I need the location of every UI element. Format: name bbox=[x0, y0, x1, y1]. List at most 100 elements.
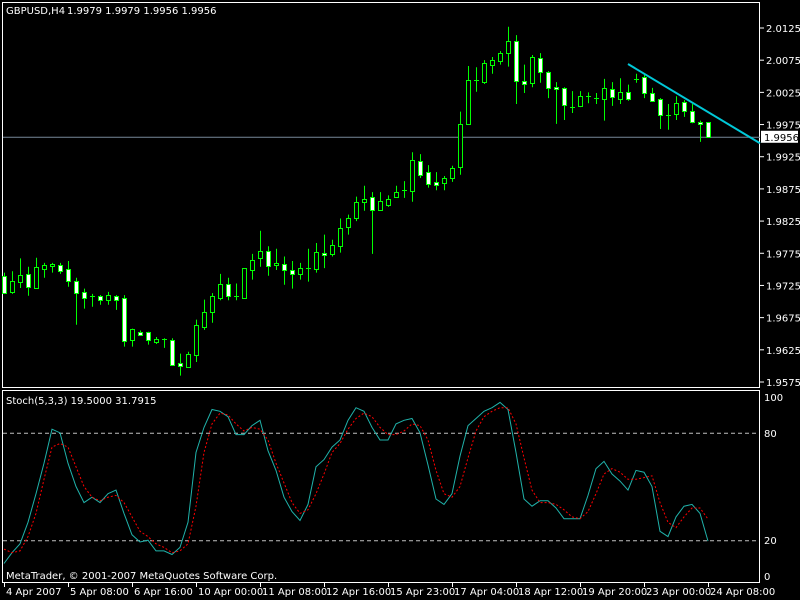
chart-window: 2.0125 2.0075 2.0025 1.9975 1.9925 1.9875 1.98… bbox=[0, 0, 800, 600]
bear-candle-body bbox=[554, 87, 559, 90]
bull-candle-body bbox=[258, 251, 263, 259]
bull-candle-body bbox=[202, 312, 207, 328]
time-tick-label: 15 Apr 23:00 bbox=[390, 587, 455, 598]
bear-candle-body bbox=[226, 284, 231, 297]
candle bbox=[482, 60, 487, 84]
price-tick-label: 2.0075 bbox=[766, 56, 800, 67]
bear-candle-body bbox=[658, 99, 663, 116]
bull-candle-body bbox=[106, 295, 111, 301]
time-tick-label: 24 Apr 08:00 bbox=[710, 587, 775, 598]
price-tick-label: 1.9625 bbox=[766, 346, 800, 357]
bear-candle-body bbox=[538, 58, 543, 73]
price-tick-label: 1.9975 bbox=[766, 121, 800, 132]
bear-candle-body bbox=[370, 197, 375, 211]
bull-candle-body bbox=[602, 88, 607, 100]
price-tick-label: 1.9675 bbox=[766, 314, 800, 325]
bull-candle-body bbox=[506, 41, 511, 54]
stochastic-tick-label: 100 bbox=[764, 393, 783, 404]
bear-candle-body bbox=[690, 111, 695, 123]
time-tick-label: 5 Apr 08:00 bbox=[70, 587, 129, 598]
bull-candle-body bbox=[42, 265, 47, 270]
bull-candle-body bbox=[618, 92, 623, 100]
bear-candle-body bbox=[178, 363, 183, 367]
bear-candle-body bbox=[146, 332, 151, 341]
bull-candle-body bbox=[386, 199, 391, 206]
bull-candle-body bbox=[242, 268, 247, 299]
bull-candle-body bbox=[458, 124, 463, 168]
bull-candle-body bbox=[378, 201, 383, 211]
bull-candle-body bbox=[194, 325, 199, 356]
bear-candle-body bbox=[290, 270, 295, 275]
bear-candle-body bbox=[66, 269, 71, 282]
bull-candle-body bbox=[298, 268, 303, 275]
bull-candle-body bbox=[18, 275, 23, 283]
candle bbox=[706, 121, 711, 138]
copyright-text: MetaTrader, © 2001-2007 MetaQuotes Softw… bbox=[6, 571, 277, 582]
price-tick-label: 1.9825 bbox=[766, 217, 800, 228]
bull-candle-body bbox=[482, 63, 487, 83]
bear-candle-body bbox=[98, 296, 103, 301]
bear-candle-body bbox=[642, 77, 647, 94]
bull-candle-body bbox=[466, 80, 471, 125]
bull-candle-body bbox=[530, 57, 535, 84]
bear-candle-body bbox=[610, 89, 615, 98]
bull-candle-body bbox=[250, 260, 255, 271]
bull-candle-body bbox=[50, 264, 55, 267]
price-tick-label: 1.9575 bbox=[766, 378, 800, 389]
candle bbox=[170, 338, 175, 366]
bear-candle-body bbox=[322, 253, 327, 256]
price-tick-label: 2.0025 bbox=[766, 88, 800, 99]
bear-candle-body bbox=[74, 281, 79, 294]
bull-candle-body bbox=[498, 53, 503, 62]
bull-candle-body bbox=[410, 160, 415, 192]
bull-candle-body bbox=[274, 263, 279, 266]
ohlc-readout: 1.9979 1.9979 1.9956 1.9956 bbox=[67, 6, 217, 17]
bear-candle-body bbox=[682, 102, 687, 112]
time-tick-label: 18 Apr 12:00 bbox=[518, 587, 583, 598]
bear-candle-body bbox=[26, 274, 31, 288]
bear-candle-body bbox=[650, 93, 655, 102]
bear-candle-body bbox=[82, 292, 87, 299]
bull-candle-body bbox=[450, 168, 455, 179]
bull-candle-body bbox=[354, 202, 359, 219]
bull-candle-body bbox=[490, 60, 495, 66]
bear-candle-body bbox=[698, 122, 703, 125]
stochastic-tick-label: 0 bbox=[764, 572, 770, 583]
symbol-info: GBPUSD,H4 bbox=[6, 6, 65, 17]
bull-candle-body bbox=[394, 192, 399, 198]
bull-candle-body bbox=[154, 339, 159, 343]
bear-candle-body bbox=[434, 182, 439, 186]
bear-candle-body bbox=[114, 296, 119, 301]
time-tick-label: 11 Apr 08:00 bbox=[262, 587, 327, 598]
bull-candle-body bbox=[10, 281, 15, 293]
candle bbox=[530, 55, 535, 88]
time-tick-label: 10 Apr 00:00 bbox=[198, 587, 263, 598]
bear-candle-body bbox=[58, 265, 63, 272]
stochastic-label: Stoch(5,3,3) 19.5000 31.7915 bbox=[6, 396, 157, 407]
bull-candle-body bbox=[218, 284, 223, 299]
bear-candle-body bbox=[626, 92, 631, 100]
candle bbox=[122, 295, 127, 347]
stochastic-tick-label: 80 bbox=[764, 429, 777, 440]
bull-candle-body bbox=[130, 329, 135, 341]
bull-candle-body bbox=[338, 228, 343, 247]
time-tick-label: 19 Apr 20:00 bbox=[582, 587, 647, 598]
time-tick-label: 23 Apr 00:00 bbox=[646, 587, 711, 598]
price-tick-label: 1.9925 bbox=[766, 153, 800, 164]
background bbox=[0, 0, 800, 600]
bull-candle-body bbox=[210, 296, 215, 313]
price-tick-label: 1.9775 bbox=[766, 249, 800, 260]
bear-candle-body bbox=[562, 88, 567, 106]
bear-candle-body bbox=[170, 340, 175, 366]
bear-candle-body bbox=[282, 264, 287, 271]
bear-candle-body bbox=[426, 172, 431, 185]
bear-candle-body bbox=[418, 161, 423, 176]
bear-candle-body bbox=[706, 122, 711, 138]
time-tick-label: 6 Apr 16:00 bbox=[134, 587, 193, 598]
bear-candle-body bbox=[546, 72, 551, 89]
candle bbox=[186, 351, 191, 368]
bear-candle-body bbox=[122, 298, 127, 342]
bear-candle-body bbox=[2, 276, 7, 294]
bear-candle-body bbox=[522, 81, 527, 85]
bull-candle-body bbox=[34, 267, 39, 289]
